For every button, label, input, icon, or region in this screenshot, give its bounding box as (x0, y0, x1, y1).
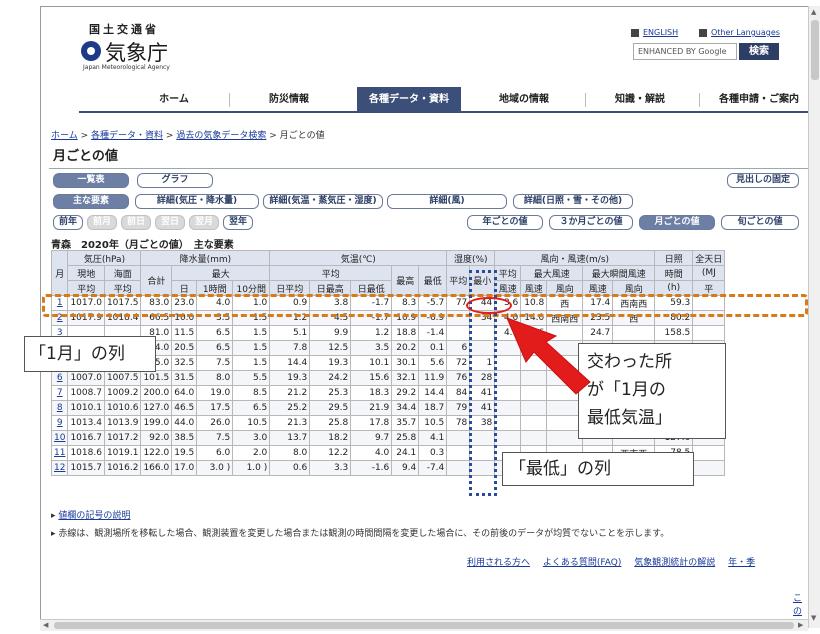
annotation-arrow (506, 317, 591, 395)
arrow-icon (506, 317, 591, 395)
